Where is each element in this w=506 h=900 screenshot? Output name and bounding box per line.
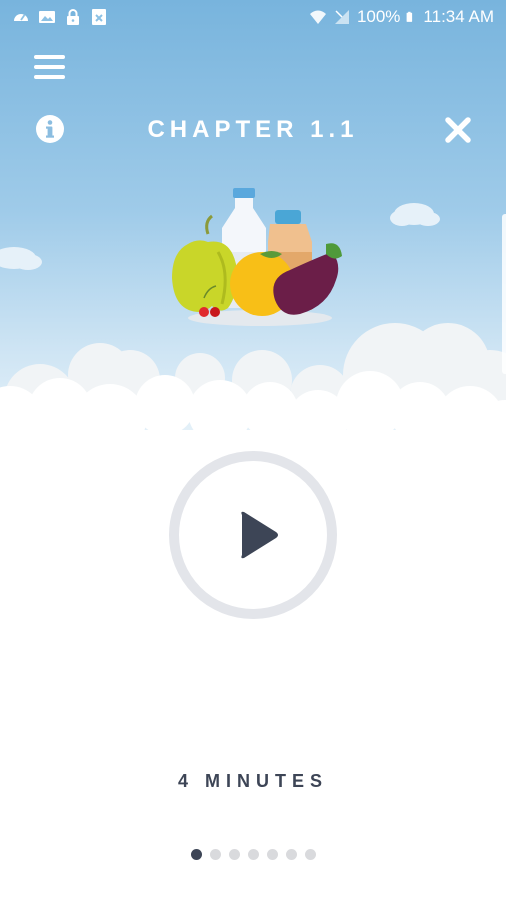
close-icon	[445, 117, 471, 143]
signal-icon	[334, 10, 349, 24]
page-indicator	[0, 849, 506, 860]
play-button[interactable]	[168, 450, 338, 620]
battery-percent: 100%	[356, 7, 401, 26]
battery-icon	[407, 11, 413, 22]
page-dot-1[interactable]	[190, 849, 202, 860]
menu-button[interactable]	[34, 52, 66, 82]
page-dot-6[interactable]	[285, 849, 297, 860]
duration-label: 4 MINUTES	[177, 771, 328, 791]
status-icons-left	[12, 8, 108, 26]
edge-panel-handle[interactable]	[502, 214, 506, 374]
hamburger-menu-icon	[34, 55, 65, 79]
speedometer-icon	[14, 14, 28, 21]
page-title: CHAPTER 1.1	[147, 116, 359, 143]
clock: 11:34 AM	[423, 7, 494, 26]
image-icon	[39, 11, 55, 23]
food-illustration	[172, 188, 342, 326]
page-dot-3[interactable]	[228, 849, 240, 860]
lock-icon	[67, 9, 79, 25]
status-icons-right: 100% 11:34 AM	[309, 7, 494, 27]
page-dot-5[interactable]	[266, 849, 278, 860]
wifi-icon	[309, 10, 326, 24]
status-bar: 100% 11:34 AM	[0, 0, 506, 36]
page-dot-7[interactable]	[304, 849, 316, 860]
close-button[interactable]	[444, 116, 472, 144]
play-ring	[169, 451, 337, 619]
page-dot-4[interactable]	[247, 849, 259, 860]
page-dot-2[interactable]	[209, 849, 221, 860]
file-close-icon	[92, 9, 106, 25]
